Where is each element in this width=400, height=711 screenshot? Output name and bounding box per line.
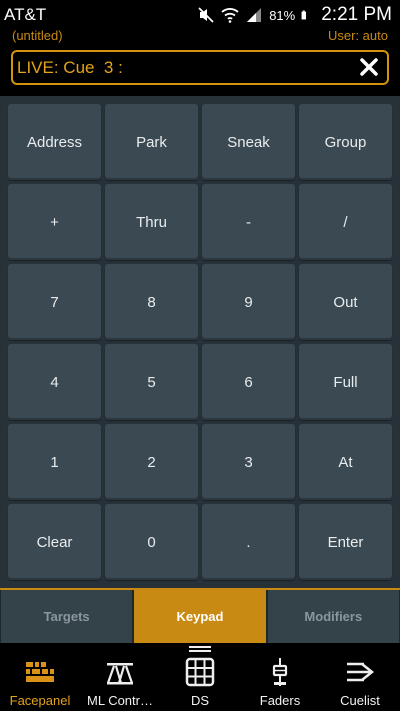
key-slash[interactable]: / [299,184,392,260]
key-1[interactable]: 1 [8,424,101,500]
key-3[interactable]: 3 [202,424,295,500]
nav-cuelist[interactable]: Cuelist [320,643,400,711]
key-enter[interactable]: Enter [299,504,392,580]
cuelist-icon [347,662,375,682]
key-group[interactable]: Group [299,104,392,180]
key-park[interactable]: Park [105,104,198,180]
command-line[interactable]: LIVE: Cue 3 : [11,50,389,85]
nav-label-cuelist: Cuelist [340,693,380,708]
battery-icon [301,10,307,20]
key-5[interactable]: 5 [105,344,198,420]
nav-label-ml-controls: ML Contr… [87,693,153,708]
moving-light-icon [106,663,134,685]
key-8[interactable]: 8 [105,264,198,340]
key-at[interactable]: At [299,424,392,500]
bottom-nav: Facepanel ML Contr… DS Faders Cuelist [0,643,400,711]
key-4[interactable]: 4 [8,344,101,420]
key-out[interactable]: Out [299,264,392,340]
key-full[interactable]: Full [299,344,392,420]
user-label: User: auto [328,28,388,43]
key-sneak[interactable]: Sneak [202,104,295,180]
signal-icon [247,8,262,22]
clock: 2:21 PM [321,4,392,25]
mute-icon [198,7,214,23]
fader-icon [272,658,288,686]
status-icons: 81% 2:21 PM [197,4,392,26]
tab-keypad[interactable]: Keypad [134,590,266,643]
nav-facepanel[interactable]: Facepanel [0,643,80,711]
show-file-name: (untitled) [12,28,63,43]
facepanel-icon [26,662,54,682]
direct-select-grid-icon [185,657,215,687]
key-plus[interactable]: + [8,184,101,260]
key-minus[interactable]: - [202,184,295,260]
key-dot[interactable]: . [202,504,295,580]
key-7[interactable]: 7 [8,264,101,340]
wifi-icon [221,8,239,23]
nav-ds[interactable]: DS [160,643,240,711]
key-6[interactable]: 6 [202,344,295,420]
close-icon[interactable] [359,57,379,77]
key-0[interactable]: 0 [105,504,198,580]
nav-faders[interactable]: Faders [240,643,320,711]
key-address[interactable]: Address [8,104,101,180]
drag-handle-icon[interactable] [189,646,211,652]
battery-percent: 81% [269,7,296,23]
key-9[interactable]: 9 [202,264,295,340]
status-bar: AT&T 81% 2:21 PM [0,0,400,28]
nav-ml-controls[interactable]: ML Contr… [80,643,160,711]
tab-targets[interactable]: Targets [1,590,133,643]
carrier-name: AT&T [4,5,47,24]
key-clear[interactable]: Clear [8,504,101,580]
mode-tabs: Targets Keypad Modifiers [0,588,400,643]
nav-label-ds: DS [190,693,210,708]
app-header: (untitled) User: auto LIVE: Cue 3 : [0,28,400,96]
tab-modifiers[interactable]: Modifiers [267,590,399,643]
key-thru[interactable]: Thru [105,184,198,260]
keypad-grid: Address Park Sneak Group + Thru - / 7 8 … [0,96,400,588]
command-line-text: LIVE: Cue 3 : [17,58,123,77]
key-2[interactable]: 2 [105,424,198,500]
nav-label-faders: Faders [259,693,301,708]
nav-label-facepanel: Facepanel [9,693,71,708]
